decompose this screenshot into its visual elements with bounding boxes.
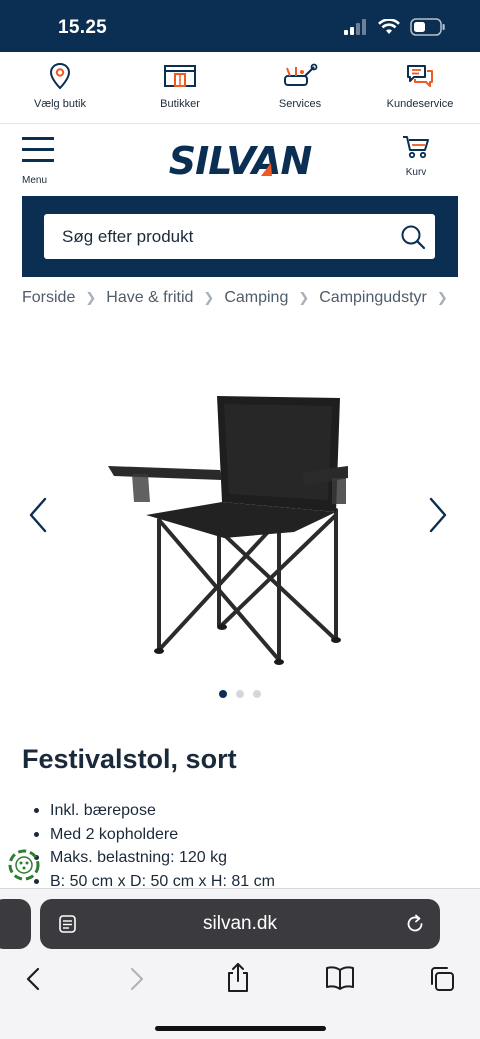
home-indicator — [155, 1026, 326, 1031]
util-label: Kundeservice — [386, 98, 454, 110]
gallery-dot[interactable] — [253, 690, 261, 698]
util-label: Vælg butik — [34, 98, 86, 110]
address-bar[interactable]: silvan.dk — [40, 899, 440, 949]
cart-icon — [403, 136, 429, 159]
status-icons — [344, 18, 446, 36]
url-text: silvan.dk — [203, 913, 277, 934]
logo-text: SILVAN — [169, 139, 312, 181]
previous-image-button[interactable] — [26, 495, 50, 535]
browser-actions — [0, 959, 480, 999]
store-icon — [164, 65, 196, 87]
chevron-right-icon: ❯ — [203, 290, 215, 305]
util-item-choose-store[interactable]: Vælg butik — [0, 52, 120, 123]
site-header: Menu SILVAN Kurv — [0, 125, 480, 197]
search-icon[interactable] — [400, 224, 426, 250]
product-title: Festivalstol, sort — [22, 744, 237, 774]
chevron-right-icon: ❯ — [85, 290, 97, 305]
util-label: Butikker — [160, 98, 200, 110]
menu-button[interactable]: Menu — [22, 137, 62, 188]
chevron-right-icon: ❯ — [298, 290, 310, 305]
tools-icon — [284, 63, 318, 86]
breadcrumb: Forside ❯ Have & fritid ❯ Camping ❯ Camp… — [22, 289, 458, 307]
util-item-stores[interactable]: Butikker — [120, 52, 240, 123]
silvan-logo[interactable]: SILVAN — [158, 139, 322, 181]
previous-tab-preview[interactable] — [0, 899, 31, 949]
battery-icon — [410, 18, 445, 36]
product-image-camping-chair[interactable] — [104, 390, 354, 680]
cart-label: Kurv — [405, 167, 427, 178]
wifi-icon — [378, 19, 400, 34]
product-gallery — [0, 330, 480, 710]
tabs-icon[interactable] — [428, 965, 456, 993]
chevron-right-icon: ❯ — [436, 290, 448, 305]
location-pin-icon — [49, 62, 71, 90]
breadcrumb-item[interactable]: Forside — [22, 289, 75, 307]
feature-list: Inkl. bærepose Med 2 kopholdere Maks. be… — [34, 800, 275, 894]
gallery-dot[interactable] — [219, 690, 227, 698]
next-image-button[interactable] — [426, 495, 450, 535]
util-item-services[interactable]: Services — [240, 52, 360, 123]
search-band — [22, 196, 458, 277]
bookmarks-icon[interactable] — [325, 965, 355, 991]
status-bar: 15.25 — [0, 0, 480, 52]
browser-toolbar: silvan.dk — [0, 888, 480, 1039]
trust-badge-icon[interactable] — [8, 849, 40, 881]
feature-item: Maks. belastning: 120 kg — [34, 847, 275, 871]
reload-icon[interactable] — [404, 913, 426, 935]
share-icon[interactable] — [225, 961, 251, 993]
utility-nav: Vælg butik Butikker Services Kundeservic… — [0, 52, 480, 124]
feature-item: Inkl. bærepose — [34, 800, 275, 824]
forward-icon[interactable] — [127, 965, 147, 993]
hamburger-icon — [22, 137, 62, 162]
breadcrumb-item[interactable]: Camping — [224, 289, 288, 307]
gallery-pagination — [0, 690, 480, 698]
menu-label: Menu — [22, 175, 48, 186]
cart-button[interactable]: Kurv — [402, 135, 430, 178]
cellular-signal-icon — [344, 19, 366, 35]
util-label: Services — [278, 98, 322, 110]
breadcrumb-item[interactable]: Campingudstyr — [319, 289, 427, 307]
util-item-customer-service[interactable]: Kundeservice — [360, 52, 480, 123]
search-input[interactable] — [44, 214, 384, 259]
search-box — [44, 214, 435, 259]
chat-bubbles-icon — [407, 65, 433, 87]
status-time: 15.25 — [58, 17, 108, 38]
back-icon[interactable] — [23, 965, 43, 993]
gallery-dot[interactable] — [236, 690, 244, 698]
feature-item: Med 2 kopholdere — [34, 824, 275, 848]
breadcrumb-item[interactable]: Have & fritid — [106, 289, 193, 307]
